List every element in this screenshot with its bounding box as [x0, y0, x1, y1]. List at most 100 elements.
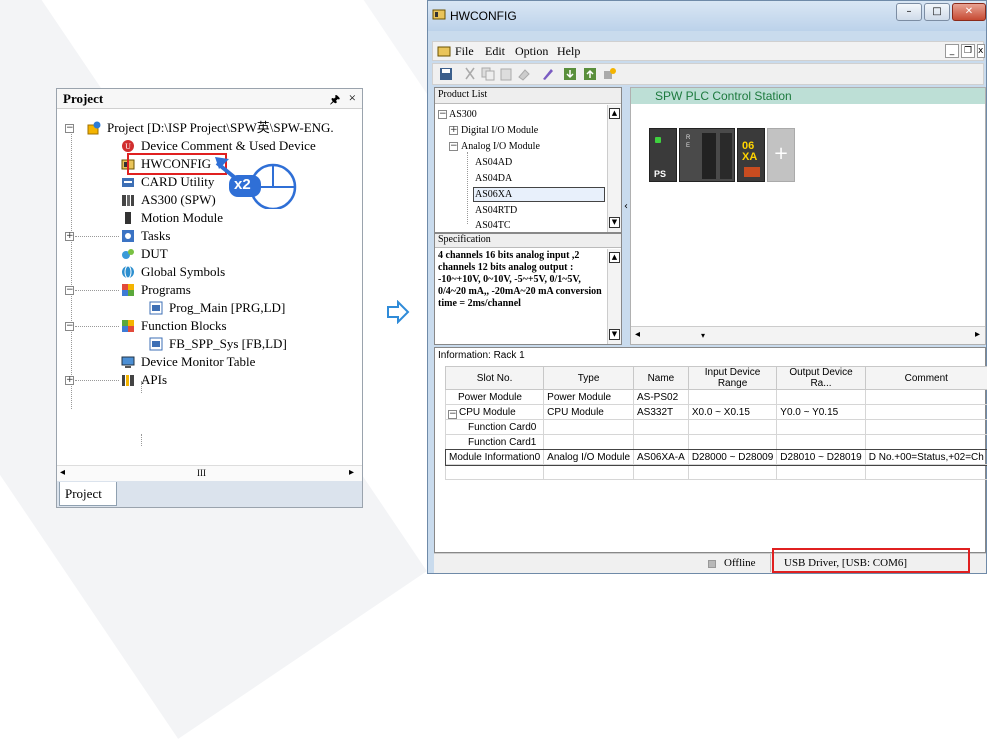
table-cell	[865, 390, 987, 405]
mdi-close-button[interactable]: x	[977, 44, 985, 58]
scroll-left-icon[interactable]: ◂	[60, 467, 65, 478]
module-terminal	[744, 167, 760, 177]
column-header[interactable]: Input Device Range	[688, 367, 776, 390]
hwconfig-highlight	[127, 153, 227, 175]
vertical-scrollbar[interactable]: ▲ ▼	[607, 105, 621, 232]
window-titlebar: HWCONFIG – □ ✕	[428, 1, 986, 31]
tree-connector	[75, 380, 119, 381]
horizontal-scrollbar[interactable]: ◂ ▾ ▸	[631, 326, 985, 344]
global-symbols-icon	[121, 265, 135, 279]
close-icon[interactable]: ×	[349, 90, 356, 106]
table-cell: X0.0 ~ X0.15	[688, 405, 776, 420]
table-cell	[634, 465, 689, 480]
scroll-up-icon[interactable]: ▲	[609, 252, 620, 263]
save-icon[interactable]	[439, 67, 453, 81]
scan-icon[interactable]	[603, 67, 617, 81]
double-click-label: x2	[234, 176, 251, 193]
table-cell: Power Module	[544, 390, 634, 405]
scroll-up-icon[interactable]: ▲	[609, 108, 620, 119]
horizontal-scrollbar[interactable]: ◂ III ▸	[57, 465, 362, 481]
product-item-as300[interactable]: AS300	[449, 108, 477, 121]
table-row[interactable]: −CPU Module CPU Module AS332T X0.0 ~ X0.…	[446, 405, 987, 420]
upload-icon[interactable]	[583, 67, 597, 81]
column-header[interactable]: Output Device Ra...	[777, 367, 865, 390]
mdi-restore-button[interactable]: ❐	[961, 44, 975, 58]
expand-toggle[interactable]: +	[65, 232, 74, 241]
collapse-toggle[interactable]: −	[448, 410, 457, 419]
scroll-left-icon[interactable]: ◂	[635, 329, 640, 340]
scroll-thumb[interactable]: III	[197, 468, 206, 478]
scroll-right-icon[interactable]: ▸	[349, 467, 354, 478]
tab-project[interactable]: Project	[59, 482, 117, 506]
product-item-as04rtd[interactable]: AS04RTD	[475, 204, 517, 217]
table-row[interactable]: Power Module Power Module AS-PS02	[446, 390, 987, 405]
window-title: HWCONFIG	[450, 9, 517, 23]
table-row[interactable]: Module Information0 Analog I/O Module AS…	[446, 450, 987, 465]
column-header[interactable]: Name	[634, 367, 689, 390]
pin-icon[interactable]: 🖈︎	[330, 91, 340, 110]
motion-module-icon	[121, 211, 135, 225]
scroll-down-icon[interactable]: ▼	[609, 217, 620, 228]
specification-panel: Specification 4 channels 16 bits analog …	[434, 233, 622, 345]
add-module-button[interactable]: +	[767, 128, 795, 182]
collapse-toggle[interactable]: −	[449, 142, 458, 151]
menu-edit[interactable]: Edit	[485, 44, 505, 59]
power-led	[655, 137, 661, 143]
program-item-icon	[149, 301, 163, 315]
table-row[interactable]: Function Card1	[446, 435, 987, 450]
product-item-as04tc[interactable]: AS04TC	[475, 219, 511, 232]
power-module[interactable]: PS	[649, 128, 677, 182]
column-header[interactable]: Slot No.	[446, 367, 544, 390]
erase-icon[interactable]	[517, 67, 531, 81]
project-gear-icon	[87, 121, 101, 135]
menu-file[interactable]: File	[455, 44, 474, 59]
close-button[interactable]: ✕	[952, 3, 986, 21]
table-cell: CPU Module	[544, 405, 634, 420]
vertical-scrollbar[interactable]: ▲ ▼	[607, 249, 621, 344]
product-item-as06xa[interactable]: AS06XA	[473, 187, 605, 202]
cut-icon[interactable]	[463, 67, 477, 81]
menu-bar: File Edit Option Help _ ❐ x	[432, 41, 984, 61]
mdi-minimize-button[interactable]: _	[945, 44, 959, 58]
rack-table: Slot No. Type Name Input Device Range Ou…	[445, 366, 987, 480]
product-item-digital-io[interactable]: Digital I/O Module	[461, 124, 538, 137]
edit-icon[interactable]	[541, 67, 555, 81]
expand-toggle[interactable]: +	[449, 126, 458, 135]
paste-icon[interactable]	[499, 67, 513, 81]
table-row[interactable]	[446, 465, 987, 480]
table-cell	[865, 420, 987, 435]
project-panel: Project 🖈︎ × − Project [D:\ISP Project\S…	[56, 88, 363, 508]
collapse-toggle[interactable]: −	[65, 286, 74, 295]
product-item-analog-io[interactable]: Analog I/O Module	[461, 140, 540, 153]
product-item-as04da[interactable]: AS04DA	[475, 172, 512, 185]
table-cell: −CPU Module	[446, 405, 544, 420]
collapse-toggle[interactable]: −	[65, 124, 74, 133]
table-cell: AS06XA-A	[634, 450, 689, 465]
maximize-button[interactable]: □	[924, 3, 950, 21]
table-row[interactable]: Function Card0	[446, 420, 987, 435]
table-cell: Function Card1	[446, 435, 544, 450]
menu-help[interactable]: Help	[557, 44, 580, 59]
analog-io-module[interactable]: 06 XA	[737, 128, 765, 182]
download-icon[interactable]	[563, 67, 577, 81]
column-header[interactable]: Type	[544, 367, 634, 390]
table-cell	[688, 435, 776, 450]
tree-connector	[467, 152, 468, 224]
menu-option[interactable]: Option	[515, 44, 548, 59]
cpu-terminal	[702, 133, 716, 179]
offline-status: Offline	[724, 557, 756, 569]
copy-icon[interactable]	[481, 67, 495, 81]
scroll-right-icon[interactable]: ▸	[975, 329, 980, 340]
project-panel-title: Project	[63, 91, 103, 106]
splitter-handle-icon[interactable]: ‹	[624, 201, 628, 212]
scroll-down-icon[interactable]: ▾	[701, 331, 705, 340]
column-header[interactable]: Comment	[865, 367, 987, 390]
expand-toggle[interactable]: +	[65, 376, 74, 385]
collapse-toggle[interactable]: −	[438, 110, 447, 119]
product-item-as04ad[interactable]: AS04AD	[475, 156, 512, 169]
minimize-button[interactable]: –	[896, 3, 922, 21]
collapse-toggle[interactable]: −	[65, 322, 74, 331]
scroll-down-icon[interactable]: ▼	[609, 329, 620, 340]
table-cell	[634, 420, 689, 435]
cpu-module[interactable]: R E	[679, 128, 735, 182]
